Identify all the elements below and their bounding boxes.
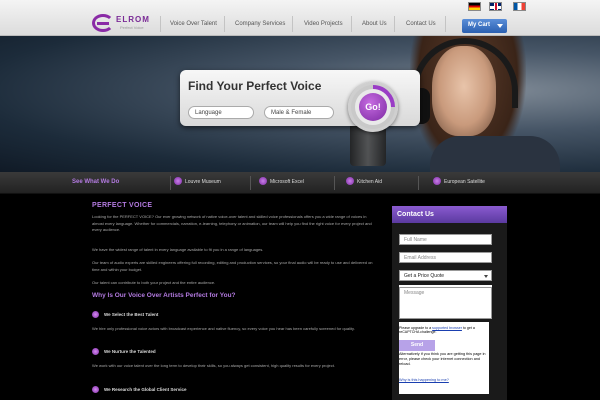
top-bar: ELROM Perfect Voice Voice Over Talent Co… [0, 0, 600, 36]
paragraph: We have the widest range of talent in ev… [92, 247, 264, 252]
nav-about-us[interactable]: About Us [362, 21, 387, 27]
full-name-field[interactable]: Full Name [399, 234, 492, 245]
nav-divider [394, 16, 395, 32]
feature-label: We Nurture the Talented [104, 349, 156, 354]
nav-divider [292, 16, 293, 32]
search-title: Find Your Perfect Voice [188, 79, 322, 93]
paragraph: Our talent can contribute to both your p… [92, 280, 216, 285]
strip-divider [334, 176, 335, 190]
email-field[interactable]: Email Address [399, 252, 492, 263]
bullet-icon [92, 348, 99, 355]
message-field[interactable]: Message [399, 287, 492, 319]
supported-browser-link[interactable]: supported browser [432, 326, 462, 330]
my-cart-button[interactable]: My Cart [462, 19, 507, 33]
feature-label: We Select the Best Talent [104, 312, 159, 317]
go-button-ring: Go! [348, 82, 398, 132]
strip-divider [250, 176, 251, 190]
strip-item-louvre-museum[interactable]: Louvre Museum [185, 179, 221, 185]
go-button[interactable]: Go! [359, 93, 387, 121]
flag-france-icon[interactable] [513, 2, 526, 11]
strip-item-european-satellite[interactable]: European Satellite [444, 179, 485, 185]
hero-photo-shirt [430, 136, 560, 172]
nav-divider [160, 16, 161, 32]
contact-title: Contact Us [392, 206, 507, 223]
language-select[interactable]: Language [188, 106, 254, 119]
elrom-logo[interactable]: ELROM Perfect Voice [92, 14, 154, 32]
hero-banner: Find Your Perfect Voice Language Male & … [0, 36, 600, 172]
section-subtitle: Why Is Our Voice Over Artists Perfect fo… [92, 292, 236, 299]
send-button[interactable]: Send [399, 340, 435, 351]
strip-item-microsoft-excel[interactable]: Microsoft Excel [270, 179, 304, 185]
logo-mark-icon [92, 14, 114, 32]
intro-paragraph: Looking for the PERFECT VOICE? Our ever … [92, 214, 372, 233]
captcha-notice: Please upgrade to a supported browser to… [399, 326, 489, 335]
bullet-icon [92, 386, 99, 393]
feature-text: We work with our voice talent over the l… [92, 363, 335, 368]
captcha-alt-text: Alternatively if you think you are getti… [399, 352, 486, 366]
page-title: PERFECT VOICE [92, 202, 153, 209]
captcha-notice-prefix: Please upgrade to a [399, 326, 432, 330]
play-icon[interactable] [346, 177, 354, 185]
see-what-we-do-strip: See What We Do Louvre Museum Microsoft E… [0, 172, 600, 194]
why-happening-link[interactable]: Why is this happening to me? [399, 378, 449, 382]
strip-divider [170, 176, 171, 190]
flag-germany-icon[interactable] [468, 2, 481, 11]
feature-text: We hire only professional voice actors w… [92, 326, 355, 331]
nav-divider [224, 16, 225, 32]
nav-divider [445, 16, 446, 32]
nav-contact-us[interactable]: Contact Us [406, 21, 436, 27]
bullet-icon [92, 311, 99, 318]
quote-select[interactable]: Get a Price Quote [399, 270, 492, 281]
chevron-down-icon [484, 275, 488, 278]
captcha-widget: Please upgrade to a supported browser to… [399, 322, 489, 394]
strip-divider [418, 176, 419, 190]
strip-item-kitchen-aid[interactable]: Kitchen Aid [357, 179, 382, 185]
play-icon[interactable] [174, 177, 182, 185]
quote-select-value: Get a Price Quote [404, 273, 445, 279]
nav-divider [351, 16, 352, 32]
logo-wordmark: ELROM [116, 15, 150, 24]
nav-voice-over-talent[interactable]: Voice Over Talent [170, 21, 217, 27]
play-icon[interactable] [433, 177, 441, 185]
main-content: PERFECT VOICE Looking for the PERFECT VO… [92, 200, 382, 400]
nav-video-projects[interactable]: Video Projects [304, 21, 343, 27]
chevron-down-icon [497, 24, 503, 28]
feature-label: We Research the Global Client Service [104, 387, 187, 392]
contact-panel: Contact Us Full Name Email Address Get a… [392, 206, 507, 400]
play-icon[interactable] [259, 177, 267, 185]
gender-select[interactable]: Male & Female [264, 106, 334, 119]
logo-tagline: Perfect Voice [120, 25, 144, 30]
strip-title: See What We Do [72, 179, 120, 185]
nav-company-services[interactable]: Company Services [235, 21, 285, 27]
flag-uk-icon[interactable] [489, 2, 502, 11]
cart-label: My Cart [468, 22, 491, 28]
paragraph: Our team of audio experts are skilled en… [92, 260, 373, 272]
